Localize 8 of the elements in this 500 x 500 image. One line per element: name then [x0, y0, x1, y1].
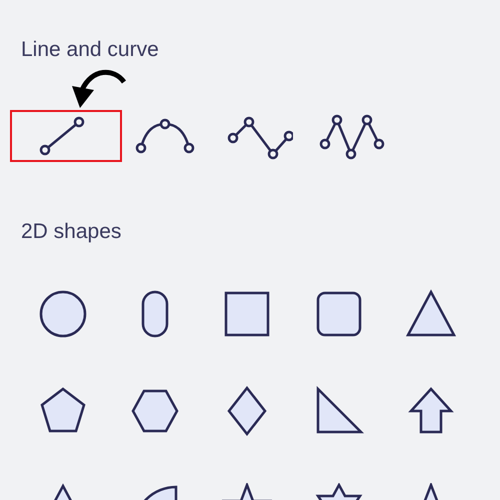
right-triangle-icon — [314, 386, 364, 436]
triangle-icon — [406, 288, 456, 338]
circle-icon — [38, 288, 88, 338]
section-title: Line and curve — [21, 37, 160, 63]
up-arrow-icon — [406, 386, 456, 436]
pentagon-icon — [38, 386, 88, 436]
section-title: 2D shapes — [21, 219, 122, 245]
line-tool-button[interactable] — [10, 110, 122, 162]
